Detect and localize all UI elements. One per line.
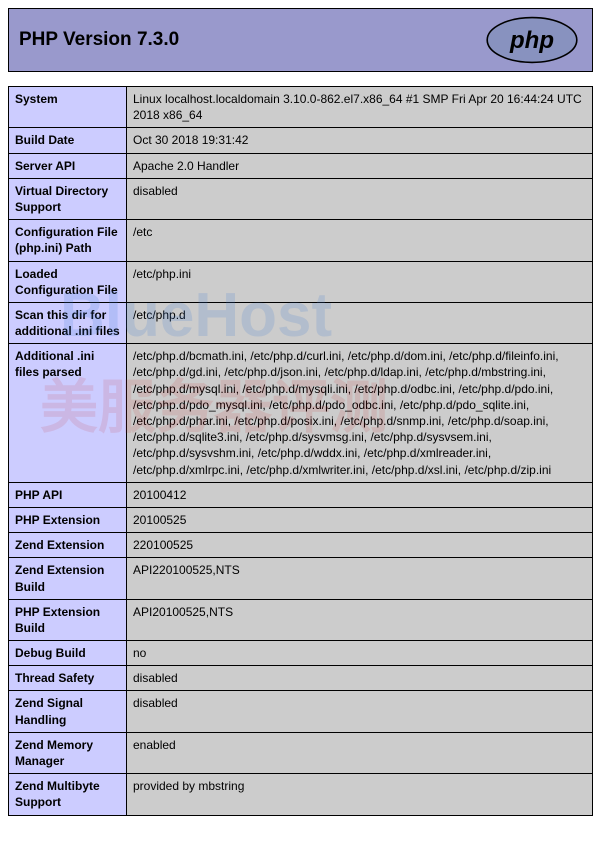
- info-key: Scan this dir for additional .ini files: [9, 302, 127, 343]
- table-row: Configuration File (php.ini) Path/etc: [9, 220, 593, 261]
- info-value: /etc: [127, 220, 593, 261]
- info-key: Loaded Configuration File: [9, 261, 127, 302]
- info-value: enabled: [127, 732, 593, 773]
- table-row: Loaded Configuration File/etc/php.ini: [9, 261, 593, 302]
- info-key: Configuration File (php.ini) Path: [9, 220, 127, 261]
- info-value: /etc/php.ini: [127, 261, 593, 302]
- table-row: SystemLinux localhost.localdomain 3.10.0…: [9, 87, 593, 128]
- info-key: System: [9, 87, 127, 128]
- info-key: Zend Multibyte Support: [9, 774, 127, 815]
- info-value: 20100525: [127, 507, 593, 532]
- title-prefix: PHP Version: [19, 29, 137, 50]
- info-key: Zend Memory Manager: [9, 732, 127, 773]
- table-row: Zend Memory Managerenabled: [9, 732, 593, 773]
- table-row: Build DateOct 30 2018 19:31:42: [9, 128, 593, 153]
- info-key: Zend Extension: [9, 533, 127, 558]
- info-value: Oct 30 2018 19:31:42: [127, 128, 593, 153]
- table-row: Debug Buildno: [9, 641, 593, 666]
- info-key: Thread Safety: [9, 666, 127, 691]
- info-value: disabled: [127, 178, 593, 219]
- info-key: PHP Extension: [9, 507, 127, 532]
- php-version: 7.3.0: [137, 29, 179, 50]
- info-value: provided by mbstring: [127, 774, 593, 815]
- table-row: Zend Extension BuildAPI220100525,NTS: [9, 558, 593, 599]
- info-key: Server API: [9, 153, 127, 178]
- info-value: 20100412: [127, 482, 593, 507]
- info-key: Debug Build: [9, 641, 127, 666]
- info-key: Virtual Directory Support: [9, 178, 127, 219]
- info-value: disabled: [127, 666, 593, 691]
- info-value: /etc/php.d: [127, 302, 593, 343]
- info-key: Zend Extension Build: [9, 558, 127, 599]
- info-value: disabled: [127, 691, 593, 732]
- table-row: Additional .ini files parsed/etc/php.d/b…: [9, 344, 593, 483]
- table-row: PHP Extension BuildAPI20100525,NTS: [9, 599, 593, 640]
- info-value: /etc/php.d/bcmath.ini, /etc/php.d/curl.i…: [127, 344, 593, 483]
- info-key: PHP API: [9, 482, 127, 507]
- page-title: PHP Version 7.3.0: [19, 29, 179, 51]
- info-value: Apache 2.0 Handler: [127, 153, 593, 178]
- info-key: PHP Extension Build: [9, 599, 127, 640]
- table-row: PHP API20100412: [9, 482, 593, 507]
- info-key: Build Date: [9, 128, 127, 153]
- table-row: Zend Extension220100525: [9, 533, 593, 558]
- table-row: Virtual Directory Supportdisabled: [9, 178, 593, 219]
- table-row: PHP Extension20100525: [9, 507, 593, 532]
- info-value: API220100525,NTS: [127, 558, 593, 599]
- table-row: Zend Multibyte Supportprovided by mbstri…: [9, 774, 593, 815]
- info-value: Linux localhost.localdomain 3.10.0-862.e…: [127, 87, 593, 128]
- info-value: no: [127, 641, 593, 666]
- phpinfo-table: SystemLinux localhost.localdomain 3.10.0…: [8, 86, 593, 816]
- info-value: API20100525,NTS: [127, 599, 593, 640]
- phpinfo-header: PHP Version 7.3.0 php: [8, 8, 593, 72]
- svg-text:php: php: [509, 27, 554, 54]
- table-row: Thread Safetydisabled: [9, 666, 593, 691]
- table-row: Zend Signal Handlingdisabled: [9, 691, 593, 732]
- info-key: Additional .ini files parsed: [9, 344, 127, 483]
- table-row: Server APIApache 2.0 Handler: [9, 153, 593, 178]
- php-logo-icon: php: [482, 16, 582, 64]
- info-value: 220100525: [127, 533, 593, 558]
- table-row: Scan this dir for additional .ini files/…: [9, 302, 593, 343]
- info-key: Zend Signal Handling: [9, 691, 127, 732]
